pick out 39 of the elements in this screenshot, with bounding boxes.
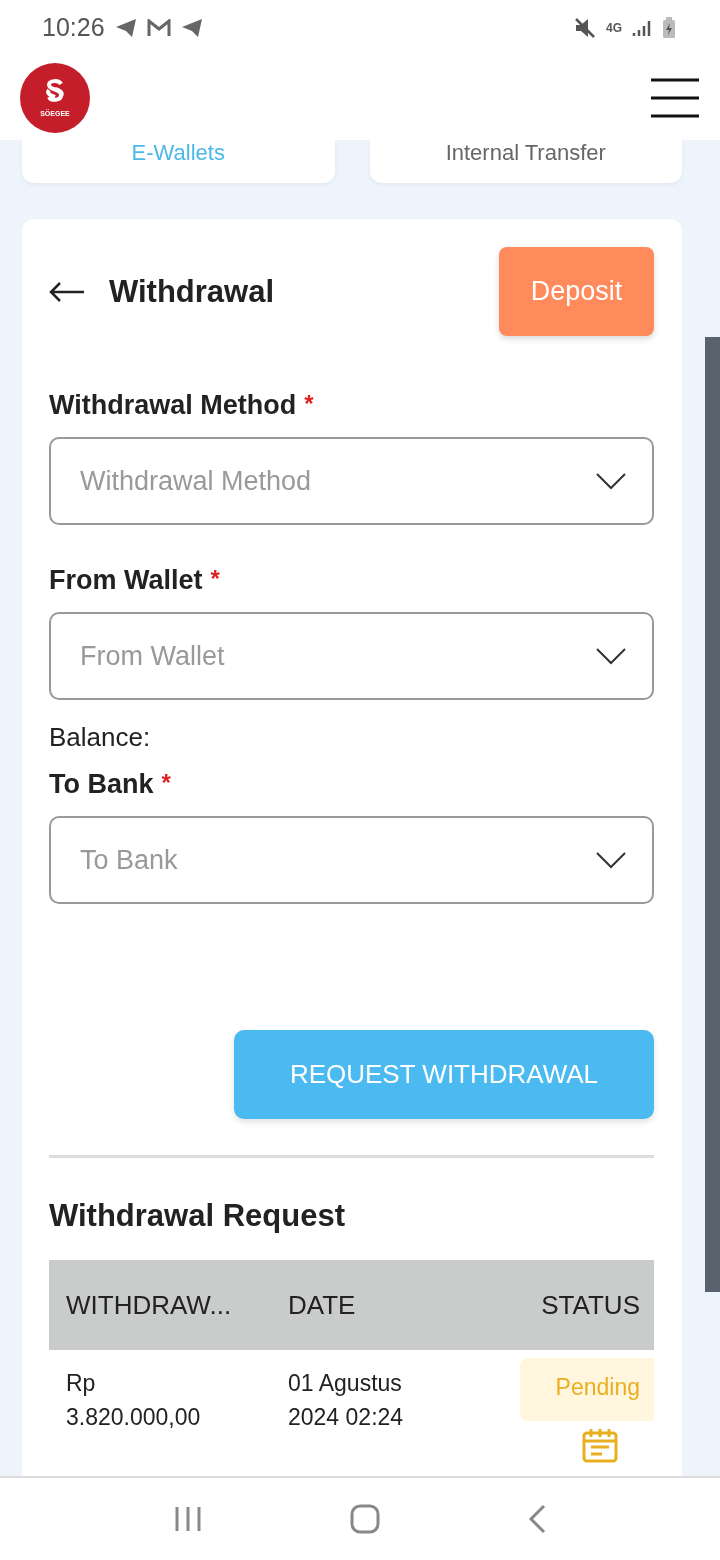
required-mark: * xyxy=(161,769,171,798)
required-mark: * xyxy=(210,565,220,594)
mail-icon xyxy=(146,18,171,37)
column-header: STATUS xyxy=(494,1260,654,1350)
battery-icon xyxy=(662,16,676,39)
field-label: Withdrawal Method xyxy=(49,390,297,421)
paper-plane-icon xyxy=(180,17,203,38)
field-label: From Wallet xyxy=(49,565,203,596)
table-cell-text: Rp 3.820.000,00 xyxy=(65,1369,202,1432)
muted-speaker-icon xyxy=(574,16,596,39)
required-mark: * xyxy=(304,390,314,419)
paper-plane-icon xyxy=(114,17,137,38)
table-cell-text: 01 Agustus 2024 02:24 xyxy=(287,1369,405,1432)
panel-title: Withdrawal xyxy=(109,273,275,310)
chevron-down-icon xyxy=(596,472,626,490)
chevron-down-icon xyxy=(596,851,626,869)
clock-time: 10:26 xyxy=(42,13,105,42)
section-title: Withdrawal Request xyxy=(49,1198,346,1234)
home-icon[interactable] xyxy=(350,1504,380,1534)
dropdown-field[interactable]: To Bank xyxy=(49,816,654,904)
status-badge: Pending xyxy=(519,1358,654,1421)
network-type: 4G xyxy=(606,21,622,34)
recent-apps-icon[interactable] xyxy=(174,1505,202,1533)
request-withdrawal-button[interactable]: REQUEST WITHDRAWAL xyxy=(234,1030,654,1119)
column-header: WITHDRAW... xyxy=(49,1260,271,1350)
column-header: DATE xyxy=(271,1260,494,1350)
scrollbar[interactable] xyxy=(705,337,720,1292)
back-arrow-icon[interactable] xyxy=(49,280,85,303)
field-label: To Bank xyxy=(49,769,154,800)
menu-icon[interactable] xyxy=(650,77,700,118)
deposit-button[interactable]: Deposit xyxy=(499,247,654,336)
tab[interactable]: Internal Transfer xyxy=(369,140,682,183)
dropdown-field[interactable]: From Wallet xyxy=(49,612,654,700)
notepad-icon[interactable] xyxy=(582,1427,618,1463)
tab[interactable]: E-Wallets xyxy=(22,140,335,183)
back-icon[interactable] xyxy=(528,1504,546,1534)
chevron-down-icon xyxy=(596,647,626,665)
balance-label: Balance: xyxy=(49,722,152,753)
dropdown-field[interactable]: Withdrawal Method xyxy=(49,437,654,525)
